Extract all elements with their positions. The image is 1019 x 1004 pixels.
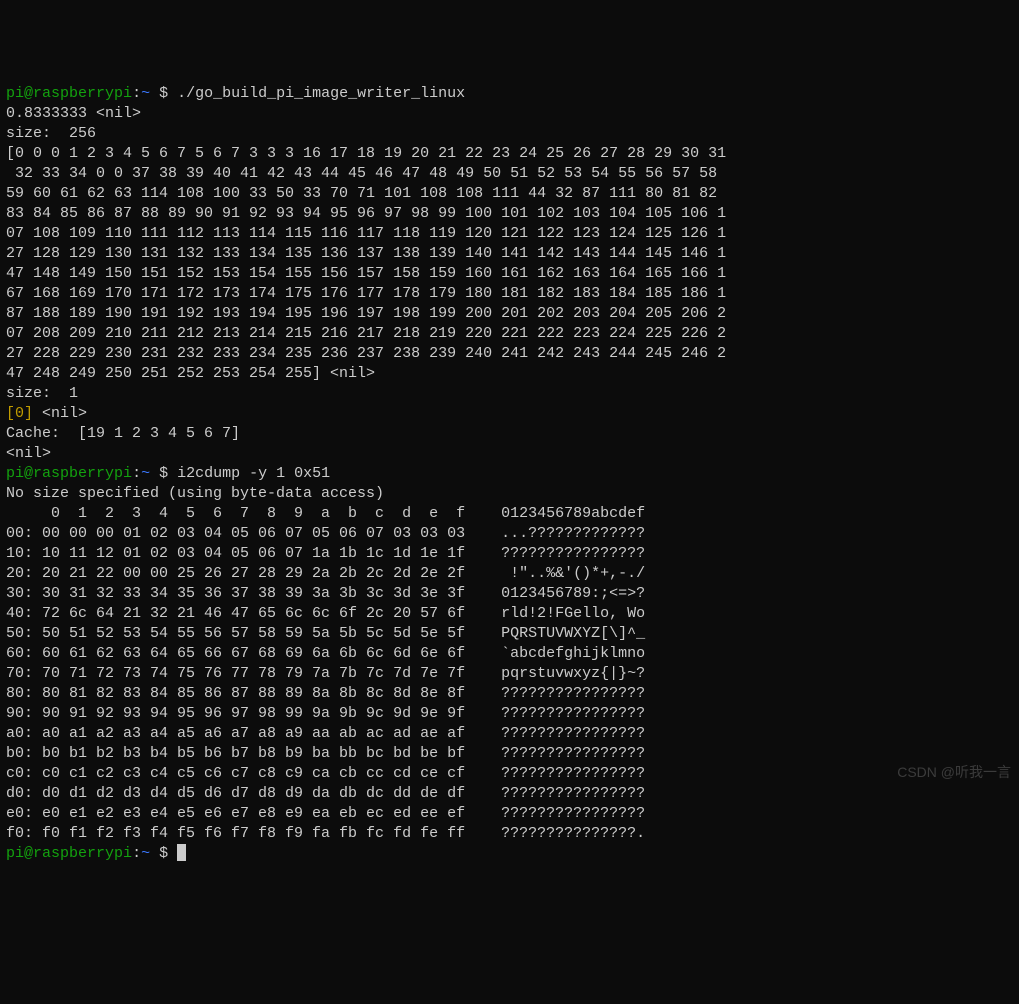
hexdump-row: 30: 30 31 32 33 34 35 36 37 38 39 3a 3b … bbox=[6, 585, 645, 602]
out-ratio: 0.8333333 <nil> bbox=[6, 105, 141, 122]
colon: : bbox=[132, 85, 141, 102]
prompt-3: pi@raspberrypi:~ $ bbox=[6, 845, 177, 862]
out-cache: Cache: [19 1 2 3 4 5 6 7] bbox=[6, 425, 240, 442]
at: @ bbox=[24, 85, 33, 102]
hexdump-row: 10: 10 11 12 01 02 03 04 05 06 07 1a 1b … bbox=[6, 545, 645, 562]
out-array-5: 27 128 129 130 131 132 133 134 135 136 1… bbox=[6, 245, 726, 262]
hexdump-row: 80: 80 81 82 83 84 85 86 87 88 89 8a 8b … bbox=[6, 685, 645, 702]
hexdump-row: 50: 50 51 52 53 54 55 56 57 58 59 5a 5b … bbox=[6, 625, 645, 642]
cursor[interactable] bbox=[177, 844, 186, 861]
hexdump-row: a0: a0 a1 a2 a3 a4 a5 a6 a7 a8 a9 aa ab … bbox=[6, 725, 645, 742]
prompt-host: raspberrypi bbox=[33, 85, 132, 102]
dollar: $ bbox=[150, 465, 177, 482]
hexdump-header: 0 1 2 3 4 5 6 7 8 9 a b c d e f 01234567… bbox=[6, 505, 645, 522]
hexdump-row: 00: 00 00 00 01 02 03 04 05 06 07 05 06 … bbox=[6, 525, 645, 542]
out-nil: <nil> bbox=[33, 405, 87, 422]
dollar: $ bbox=[150, 85, 177, 102]
at: @ bbox=[24, 465, 33, 482]
out2-nosize: No size specified (using byte-data acces… bbox=[6, 485, 384, 502]
hexdump-row: c0: c0 c1 c2 c3 c4 c5 c6 c7 c8 c9 ca cb … bbox=[6, 765, 645, 782]
out-array-4: 07 108 109 110 111 112 113 114 115 116 1… bbox=[6, 225, 726, 242]
at: @ bbox=[24, 845, 33, 862]
prompt-cwd: ~ bbox=[141, 85, 150, 102]
hexdump-row: 20: 20 21 22 00 00 25 26 27 28 29 2a 2b … bbox=[6, 565, 645, 582]
out-array-2: 59 60 61 62 63 114 108 100 33 50 33 70 7… bbox=[6, 185, 726, 202]
out-size-1: size: 1 bbox=[6, 385, 78, 402]
hexdump-row: 90: 90 91 92 93 94 95 96 97 98 99 9a 9b … bbox=[6, 705, 645, 722]
hexdump-row: 40: 72 6c 64 21 32 21 46 47 65 6c 6c 6f … bbox=[6, 605, 645, 622]
prompt-user: pi bbox=[6, 845, 24, 862]
out-array-1: 32 33 34 0 0 37 38 39 40 41 42 43 44 45 … bbox=[6, 165, 726, 182]
prompt-cwd: ~ bbox=[141, 845, 150, 862]
prompt-host: raspberrypi bbox=[33, 465, 132, 482]
prompt-host: raspberrypi bbox=[33, 845, 132, 862]
prompt-user: pi bbox=[6, 465, 24, 482]
out-array-11: 47 248 249 250 251 252 253 254 255] <nil… bbox=[6, 365, 375, 382]
prompt-2: pi@raspberrypi:~ $ bbox=[6, 465, 177, 482]
colon: : bbox=[132, 845, 141, 862]
out-zero-array: [0] bbox=[6, 405, 33, 422]
out-array-6: 47 148 149 150 151 152 153 154 155 156 1… bbox=[6, 265, 726, 282]
dollar: $ bbox=[150, 845, 177, 862]
out-array-9: 07 208 209 210 211 212 213 214 215 216 2… bbox=[6, 325, 726, 342]
out-size-256: size: 256 bbox=[6, 125, 96, 142]
prompt-cwd: ~ bbox=[141, 465, 150, 482]
out-array-8: 87 188 189 190 191 192 193 194 195 196 1… bbox=[6, 305, 726, 322]
command-2: i2cdump -y 1 0x51 bbox=[177, 465, 330, 482]
prompt-user: pi bbox=[6, 85, 24, 102]
watermark: CSDN @听我一言 bbox=[897, 762, 1011, 782]
out-array-7: 67 168 169 170 171 172 173 174 175 176 1… bbox=[6, 285, 726, 302]
out-nil-2: <nil> bbox=[6, 445, 51, 462]
out-array-10: 27 228 229 230 231 232 233 234 235 236 2… bbox=[6, 345, 726, 362]
out-array-3: 83 84 85 86 87 88 89 90 91 92 93 94 95 9… bbox=[6, 205, 726, 222]
hexdump-row: b0: b0 b1 b2 b3 b4 b5 b6 b7 b8 b9 ba bb … bbox=[6, 745, 645, 762]
terminal-output: pi@raspberrypi:~ $ ./go_build_pi_image_w… bbox=[6, 84, 1013, 864]
hexdump-row: 60: 60 61 62 63 64 65 66 67 68 69 6a 6b … bbox=[6, 645, 645, 662]
hexdump-row: f0: f0 f1 f2 f3 f4 f5 f6 f7 f8 f9 fa fb … bbox=[6, 825, 645, 842]
command-1: ./go_build_pi_image_writer_linux bbox=[177, 85, 465, 102]
hexdump-row: 70: 70 71 72 73 74 75 76 77 78 79 7a 7b … bbox=[6, 665, 645, 682]
colon: : bbox=[132, 465, 141, 482]
prompt-1: pi@raspberrypi:~ $ bbox=[6, 85, 177, 102]
out-array-0: [0 0 0 1 2 3 4 5 6 7 5 6 7 3 3 3 16 17 1… bbox=[6, 145, 726, 162]
hexdump-row: e0: e0 e1 e2 e3 e4 e5 e6 e7 e8 e9 ea eb … bbox=[6, 805, 645, 822]
